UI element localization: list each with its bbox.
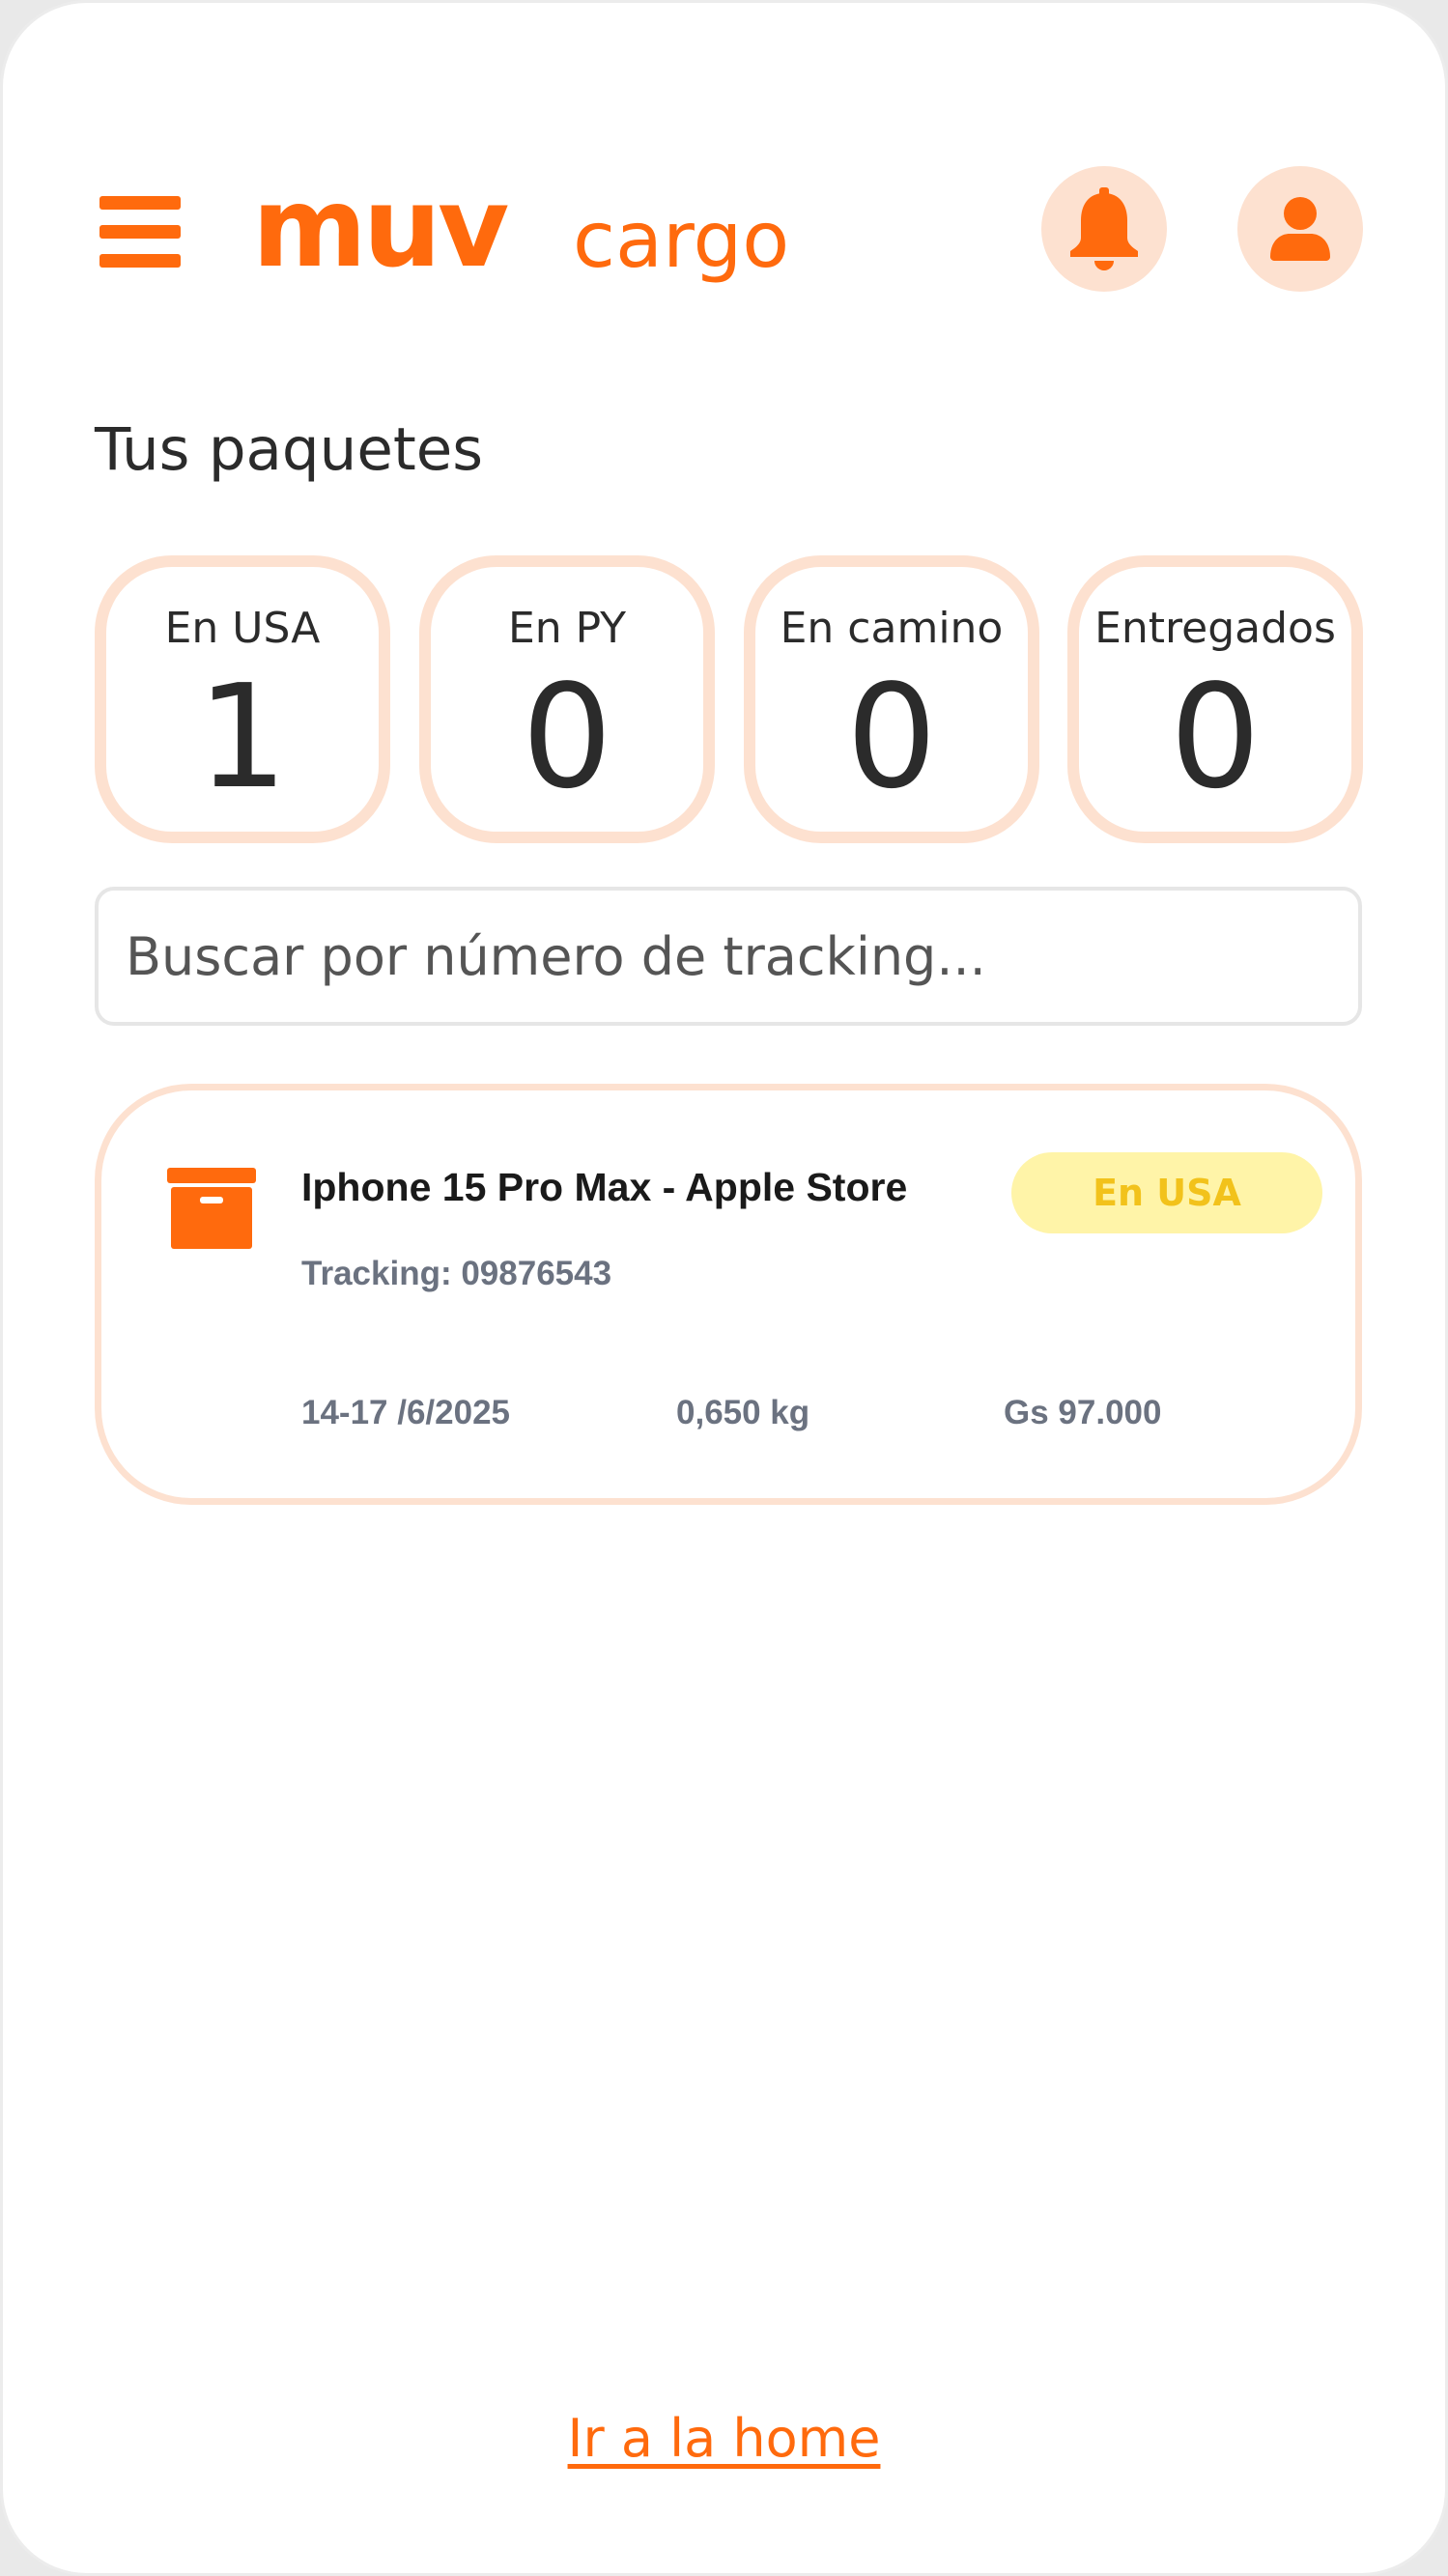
package-title: Iphone 15 Pro Max - Apple Store: [301, 1165, 908, 1209]
home-link[interactable]: Ir a la home: [3, 2408, 1445, 2469]
package-weight: 0,650 kg: [676, 1394, 810, 1431]
stat-label: En camino: [780, 604, 1004, 653]
stat-count: 0: [1169, 654, 1262, 820]
logo-secondary: cargo: [573, 195, 790, 285]
stat-count: 0: [845, 654, 938, 820]
logo-primary: muv: [252, 163, 509, 292]
stat-card-entregados[interactable]: Entregados 0: [1067, 555, 1363, 843]
package-date: 14-17 /6/2025: [301, 1394, 511, 1431]
stat-label: En USA: [164, 604, 321, 653]
stat-card-en-py[interactable]: En PY 0: [419, 555, 715, 843]
stat-count: 0: [521, 654, 613, 820]
package-tracking: Tracking: 09876543: [301, 1255, 612, 1292]
package-card[interactable]: Iphone 15 Pro Max - Apple Store Tracking…: [95, 1084, 1362, 1505]
package-price: Gs 97.000: [1004, 1394, 1162, 1431]
stat-label: En PY: [507, 604, 627, 653]
stat-label: Entregados: [1094, 604, 1336, 653]
stat-card-en-camino[interactable]: En camino 0: [744, 555, 1039, 843]
tracking-search-input[interactable]: [95, 887, 1362, 1026]
profile-button[interactable]: [1237, 166, 1363, 292]
app-screen: muv cargo Tus paquetes En USA 1 En PY 0 …: [0, 0, 1448, 2576]
user-icon: [1270, 197, 1330, 261]
archive-box-icon: [167, 1168, 256, 1249]
stat-card-en-usa[interactable]: En USA 1: [95, 555, 390, 843]
bell-icon: [1070, 187, 1138, 270]
notifications-button[interactable]: [1041, 166, 1167, 292]
hamburger-menu-icon[interactable]: [99, 196, 181, 268]
stat-count: 1: [196, 654, 289, 820]
section-title: Tus paquetes: [95, 415, 484, 484]
status-badge: En USA: [1011, 1152, 1322, 1233]
